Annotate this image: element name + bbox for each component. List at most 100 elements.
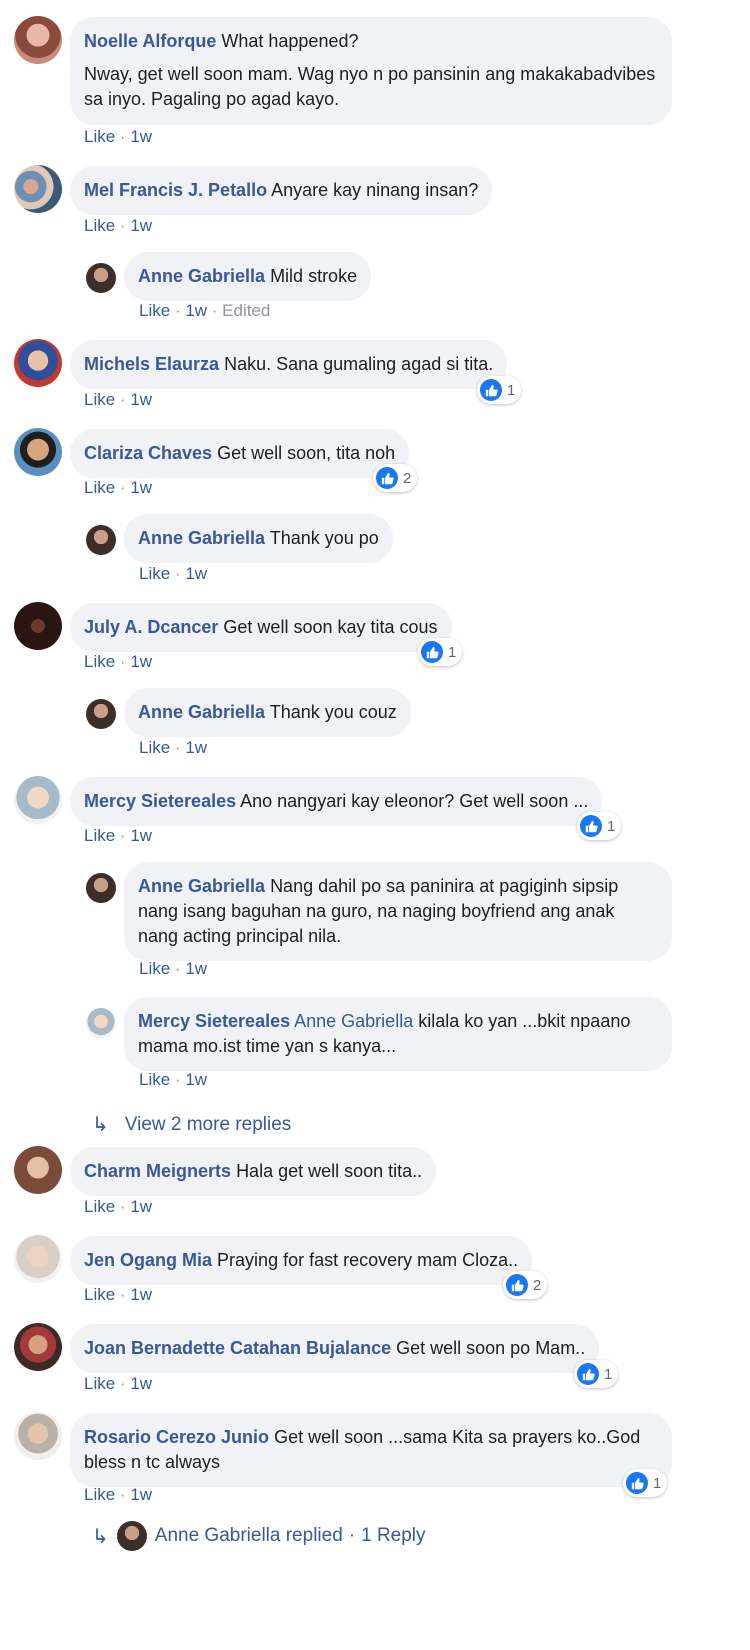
comment-author[interactable]: Mercy Sietereales: [138, 1011, 290, 1031]
avatar[interactable]: [14, 1323, 62, 1371]
comment-actions: Like · 1w: [84, 478, 153, 497]
like-link[interactable]: Like: [84, 826, 115, 845]
reply-bubble: Anne Gabriella Mild stroke: [124, 252, 372, 301]
comment-actions: Like · 1w: [139, 738, 208, 757]
reaction-count[interactable]: 2: [373, 464, 418, 492]
timestamp[interactable]: 1w: [130, 1485, 152, 1504]
replied-summary[interactable]: ↳ Anne Gabriella replied · 1 Reply: [92, 1521, 426, 1551]
like-link[interactable]: Like: [139, 301, 170, 320]
comment-author[interactable]: July A. Dcancer: [84, 617, 218, 637]
timestamp[interactable]: 1w: [130, 1197, 152, 1216]
like-link[interactable]: Like: [84, 478, 115, 497]
comment-actions: Like · 1w · Edited: [139, 301, 271, 320]
like-link[interactable]: Like: [84, 216, 115, 235]
comment-author[interactable]: Rosario Cerezo Junio: [84, 1427, 269, 1447]
avatar[interactable]: [14, 602, 62, 650]
like-link[interactable]: Like: [84, 390, 115, 409]
like-link[interactable]: Like: [84, 1485, 115, 1504]
comment-author[interactable]: Anne Gabriella: [138, 876, 265, 896]
comment-text: Nway, get well soon mam. Wag nyo n po pa…: [84, 64, 656, 109]
timestamp[interactable]: 1w: [185, 301, 207, 320]
timestamp[interactable]: 1w: [130, 652, 152, 671]
reaction-count[interactable]: 1: [577, 812, 622, 840]
comment-actions: Like · 1w: [84, 652, 153, 671]
timestamp[interactable]: 1w: [185, 564, 207, 583]
comment-author[interactable]: Mercy Sietereales: [84, 791, 236, 811]
reaction-count[interactable]: 1: [623, 1469, 668, 1497]
comment-author[interactable]: Charm Meignerts: [84, 1161, 231, 1181]
like-link[interactable]: Like: [84, 1374, 115, 1393]
reaction-count[interactable]: 1: [574, 1360, 619, 1388]
thumbs-up-icon: [580, 815, 602, 837]
avatar[interactable]: [14, 1146, 62, 1194]
comment-actions: Like · 1w: [139, 959, 208, 978]
comment-actions: Like · 1w: [84, 1285, 153, 1304]
comment-text: Hala get well soon tita..: [236, 1161, 423, 1181]
comment-bubble: Clariza Chaves Get well soon, tita noh: [70, 429, 410, 478]
comment-author[interactable]: Joan Bernadette Catahan Bujalance: [84, 1338, 391, 1358]
like-link[interactable]: Like: [139, 1070, 170, 1089]
timestamp[interactable]: 1w: [130, 216, 152, 235]
like-link[interactable]: Like: [84, 1285, 115, 1304]
comment-text: Naku. Sana gumaling agad si tita.: [224, 354, 494, 374]
comment-actions: Like · 1w: [84, 826, 153, 845]
like-link[interactable]: Like: [84, 127, 115, 146]
reaction-count[interactable]: 1: [477, 376, 522, 404]
avatar[interactable]: [14, 165, 62, 213]
avatar[interactable]: [14, 1235, 62, 1283]
reaction-count[interactable]: 2: [503, 1271, 548, 1299]
comment-author[interactable]: Michels Elaurza: [84, 354, 219, 374]
comment-text: Get well soon po Mam..: [396, 1338, 586, 1358]
mention-link[interactable]: Anne Gabriella: [294, 1011, 413, 1031]
avatar[interactable]: [14, 16, 62, 64]
avatar[interactable]: [86, 525, 116, 555]
view-more-replies[interactable]: ↳ View 2 more replies: [92, 1112, 291, 1137]
edited-label[interactable]: Edited: [222, 301, 270, 320]
comment-author[interactable]: Mel Francis J. Petallo: [84, 180, 267, 200]
comment-bubble: Michels Elaurza Naku. Sana gumaling agad…: [70, 340, 508, 389]
like-link[interactable]: Like: [84, 1197, 115, 1216]
timestamp[interactable]: 1w: [130, 1285, 152, 1304]
comment-bubble: Charm Meignerts Hala get well soon tita.…: [70, 1147, 437, 1196]
like-link[interactable]: Like: [139, 564, 170, 583]
comment-text: Get well soon kay tita cous: [223, 617, 438, 637]
reply-arrow-icon: ↳: [92, 1525, 109, 1548]
comment-bubble: Noelle Alforque What happened? Nway, get…: [70, 17, 672, 125]
avatar[interactable]: [86, 1008, 116, 1038]
avatar[interactable]: [14, 1412, 62, 1460]
comment-bubble: Rosario Cerezo Junio Get well soon ...sa…: [70, 1413, 672, 1487]
timestamp[interactable]: 1w: [130, 1374, 152, 1393]
timestamp[interactable]: 1w: [130, 390, 152, 409]
timestamp[interactable]: 1w: [130, 826, 152, 845]
avatar[interactable]: [86, 263, 116, 293]
comment-author[interactable]: Anne Gabriella: [138, 528, 265, 548]
reply-count: 1 Reply: [361, 1525, 426, 1546]
timestamp[interactable]: 1w: [130, 127, 152, 146]
comment-author[interactable]: Anne Gabriella: [138, 702, 265, 722]
like-link[interactable]: Like: [139, 959, 170, 978]
avatar[interactable]: [14, 339, 62, 387]
reaction-count[interactable]: 1: [418, 638, 463, 666]
comment-text: Thank you couz: [269, 702, 397, 722]
avatar: [116, 1521, 147, 1551]
avatar[interactable]: [14, 428, 62, 476]
reply-bubble: Anne Gabriella Thank you po: [124, 514, 393, 563]
comment-text: Anyare kay ninang insan?: [271, 180, 479, 200]
comment-text: Mild stroke: [270, 266, 358, 286]
avatar[interactable]: [86, 699, 116, 729]
avatar[interactable]: [14, 776, 62, 824]
timestamp[interactable]: 1w: [130, 478, 152, 497]
like-link[interactable]: Like: [139, 738, 170, 757]
comment-author[interactable]: Jen Ogang Mia: [84, 1250, 212, 1270]
comment-author[interactable]: Anne Gabriella: [138, 266, 265, 286]
avatar[interactable]: [86, 873, 116, 903]
comment-bubble: Joan Bernadette Catahan Bujalance Get we…: [70, 1324, 600, 1373]
comment-author[interactable]: Clariza Chaves: [84, 443, 212, 463]
comment-actions: Like · 1w: [84, 1197, 153, 1216]
like-link[interactable]: Like: [84, 652, 115, 671]
comment-author[interactable]: Noelle Alforque: [84, 31, 216, 51]
thumbs-up-icon: [376, 467, 398, 489]
timestamp[interactable]: 1w: [185, 1070, 207, 1089]
timestamp[interactable]: 1w: [185, 959, 207, 978]
timestamp[interactable]: 1w: [185, 738, 207, 757]
